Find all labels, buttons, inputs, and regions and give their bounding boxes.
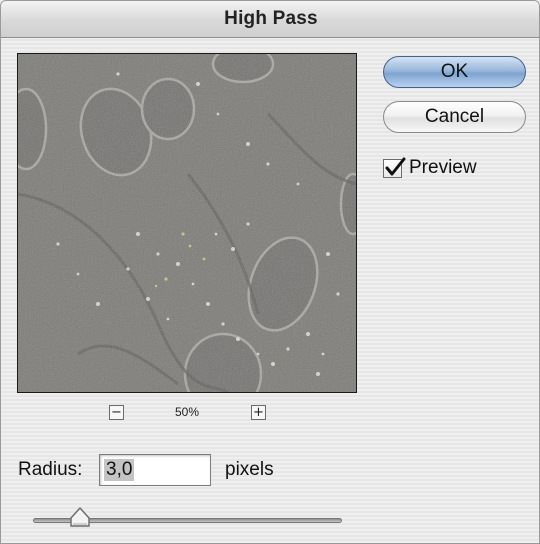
radius-label: Radius: — [18, 459, 83, 480]
preview-image[interactable] — [17, 53, 357, 393]
zoom-level: 50% — [174, 405, 200, 419]
ok-button[interactable]: OK — [383, 56, 526, 88]
preview-option[interactable]: Preview — [383, 157, 477, 179]
radius-slider-thumb[interactable] — [69, 506, 91, 528]
plus-icon: + — [253, 405, 264, 420]
radius-value: 3,0 — [104, 459, 135, 481]
checkmark-icon — [385, 157, 406, 175]
zoom-in-button[interactable]: + — [251, 405, 266, 420]
title-bar[interactable]: High Pass — [1, 1, 539, 38]
radius-input[interactable]: 3,0 — [99, 454, 211, 486]
radius-units-label: pixels — [225, 459, 274, 480]
high-pass-dialog: High Pass − 50% + OK Cancel Preview Radi… — [0, 0, 540, 544]
cancel-button[interactable]: Cancel — [383, 101, 526, 133]
preview-label: Preview — [409, 157, 477, 178]
preview-checkbox[interactable] — [383, 157, 406, 178]
dialog-title: High Pass — [224, 8, 318, 29]
minus-icon: − — [111, 405, 122, 420]
zoom-out-button[interactable]: − — [109, 405, 124, 420]
